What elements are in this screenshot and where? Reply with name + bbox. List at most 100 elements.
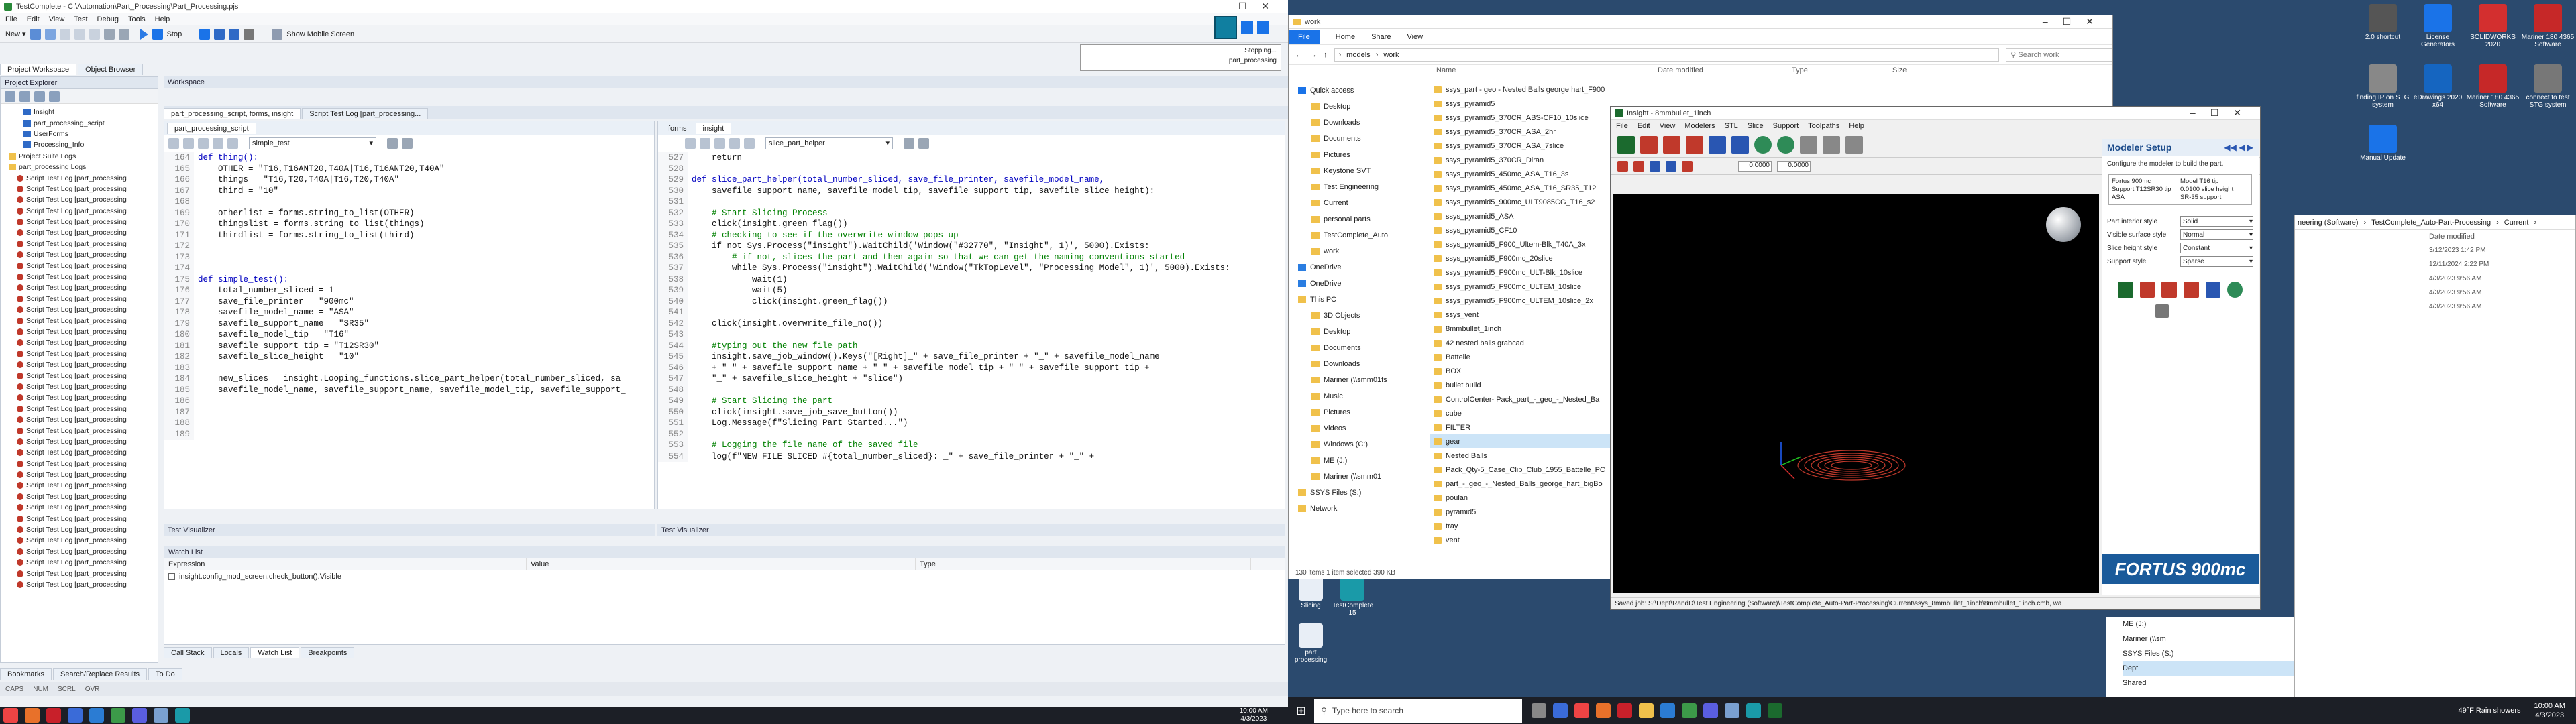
log-item[interactable]: Script Test Log [part_processing [3,315,158,326]
paste-icon[interactable] [89,28,100,40]
log-item[interactable]: Script Test Log [part_processing [3,272,158,282]
desktop-icon[interactable]: Mariner 180 4365 Software [2465,64,2521,109]
column-header[interactable]: Name [1436,66,1658,80]
ribbon-tab[interactable]: Share [1371,33,1391,41]
log-item[interactable]: Script Test Log [part_processing [3,239,158,249]
toolpath-icon[interactable] [1686,135,1703,154]
file-item[interactable]: 8mmbullet_1inch [1430,322,1611,336]
pan-icon[interactable] [1845,135,1863,154]
new-button[interactable]: New ▾ [5,29,26,38]
menu-tools[interactable]: Tools [128,15,146,23]
orientation-sphere[interactable] [2046,207,2081,242]
support-icon[interactable] [2161,282,2178,298]
nav-item[interactable]: Videos [1289,420,1430,436]
insight-menu-view[interactable]: View [1660,122,1676,130]
3d-viewport[interactable] [1613,194,2099,593]
layers-icon[interactable] [1709,135,1726,154]
file-item[interactable]: cube [1430,406,1611,420]
menu-test[interactable]: Test [74,15,87,23]
left-test-visualizer[interactable]: Test Visualizer [164,524,655,536]
desktop-icon[interactable]: connect to test STG system [2520,64,2576,109]
file-item[interactable]: Pack_Qty-5_Case_Clip_Club_1955_Battelle_… [1430,463,1611,477]
log-item[interactable]: Script Test Log [part_processing [3,260,158,271]
results-tab[interactable]: Search/Replace Results [53,668,148,680]
line-tool-icon[interactable] [1617,160,1628,172]
nav-item[interactable]: Keystone SVT [1289,163,1430,179]
left-file-tab[interactable]: part_processing_script [167,122,256,134]
nav-item[interactable]: ME (J:) [2123,617,2294,631]
start-icon[interactable]: ⊞ [1296,704,1306,718]
breadcrumb-item[interactable]: models [1346,51,1370,59]
app-red-icon[interactable] [1617,703,1633,718]
vscode-icon[interactable] [1660,703,1676,718]
file-item[interactable]: 42 nested balls grabcad [1430,336,1611,350]
sphere-icon[interactable] [1754,135,1772,154]
desktop-icon[interactable]: Mariner 180 4365 Software [2520,4,2576,48]
watch-col-header[interactable]: Value [527,558,916,570]
stop-icon[interactable] [152,28,163,40]
task-view-icon[interactable] [1532,703,1547,718]
log-item[interactable]: Script Test Log [part_processing [3,436,158,447]
nav-item[interactable]: Pictures [1289,404,1430,420]
field-select[interactable]: Constant ▾ [2180,243,2253,253]
log-item[interactable]: Script Test Log [part_processing [3,524,158,535]
log-item[interactable]: Script Test Log [part_processing [3,414,158,425]
chrome-icon[interactable] [3,708,18,723]
nav-item[interactable]: Music [1289,388,1430,404]
zoom-fit-icon[interactable] [1823,135,1840,154]
app-icon[interactable] [154,708,168,723]
log-item[interactable]: Script Test Log [part_processing [3,217,158,227]
desktop-icon[interactable]: eDrawings 2020 x64 [2410,64,2466,109]
nav-item[interactable]: Shared [2123,676,2294,690]
desktop-icon[interactable]: part processing [1291,623,1331,664]
log-item[interactable]: Script Test Log [part_processing [3,249,158,260]
select-tool-icon[interactable] [1650,160,1660,172]
undo-icon[interactable] [103,28,115,40]
breadcrumb-item[interactable]: neering (Software) [2298,219,2359,227]
step-icon[interactable] [214,28,225,40]
nav-item[interactable]: SSYS Files (S:) [2123,646,2294,661]
rotate-icon[interactable] [1777,135,1794,154]
log-item[interactable]: Script Test Log [part_processing [3,425,158,436]
desktop-icon[interactable]: TestComplete 15 [1332,577,1373,617]
firefox-icon[interactable] [25,708,40,723]
log-item[interactable]: Script Test Log [part_processing [3,459,158,469]
outdent-icon[interactable] [183,137,194,149]
refresh-icon[interactable] [34,90,45,102]
file-item[interactable]: part_-_geo_-_Nested_Balls_george_hart_bi… [1430,477,1611,491]
watch-checkbox[interactable] [168,573,175,580]
desktop-icon[interactable]: Slicing [1291,577,1331,609]
results-tab[interactable]: Bookmarks [0,668,52,680]
debug-tab[interactable]: Call Stack [164,647,212,658]
field-select[interactable]: Normal ▾ [2180,229,2253,240]
file-item[interactable]: ssys_pyramid5_450mc_ASA_T16_SR35_T12 [1430,181,1611,195]
save-job-icon[interactable] [2155,304,2169,318]
file-item[interactable]: ssys_pyramid5_900mc_ULT9085CG_T16_s2 [1430,195,1611,209]
back-icon[interactable]: ← [1295,51,1303,59]
workspace-tab[interactable]: Project Workspace [0,64,77,75]
tree-item[interactable]: Processing_Info [3,139,158,150]
breadcrumb-item[interactable]: work [1383,51,1399,59]
nav-item[interactable]: Mariner (\\smm01fs [1289,372,1430,388]
save-icon[interactable] [44,28,56,40]
explorer-icon[interactable] [1639,703,1654,718]
search-code-icon[interactable] [387,137,398,149]
vscode-icon[interactable] [89,708,104,723]
log-item[interactable]: Script Test Log [part_processing [3,568,158,579]
coord-field-2[interactable]: 0.0000 [1777,160,1811,172]
forward-icon[interactable] [744,137,755,149]
nav-item[interactable]: Mariner (\\sm [2123,631,2294,646]
nav-item[interactable]: 3D Objects [1289,308,1430,324]
desktop-icon[interactable]: License Generators [2410,4,2466,48]
log-item[interactable]: Script Test Log [part_processing [3,469,158,480]
insight-menu-toolpaths[interactable]: Toolpaths [1808,122,1839,130]
sphere-icon[interactable] [2227,282,2243,298]
testcomplete-icon[interactable] [175,708,190,723]
show-mobile-screen[interactable]: Show Mobile Screen [286,30,354,38]
breadcrumb-item[interactable]: TestComplete_Auto-Part-Processing [2371,219,2491,227]
clock-right[interactable]: 10:00 AM 4/3/2023 [2534,701,2576,720]
ribbon-tab[interactable]: File [1289,29,1320,44]
support-icon[interactable] [1663,135,1680,154]
outdent-icon[interactable] [700,137,710,149]
record-icon[interactable] [244,28,255,40]
